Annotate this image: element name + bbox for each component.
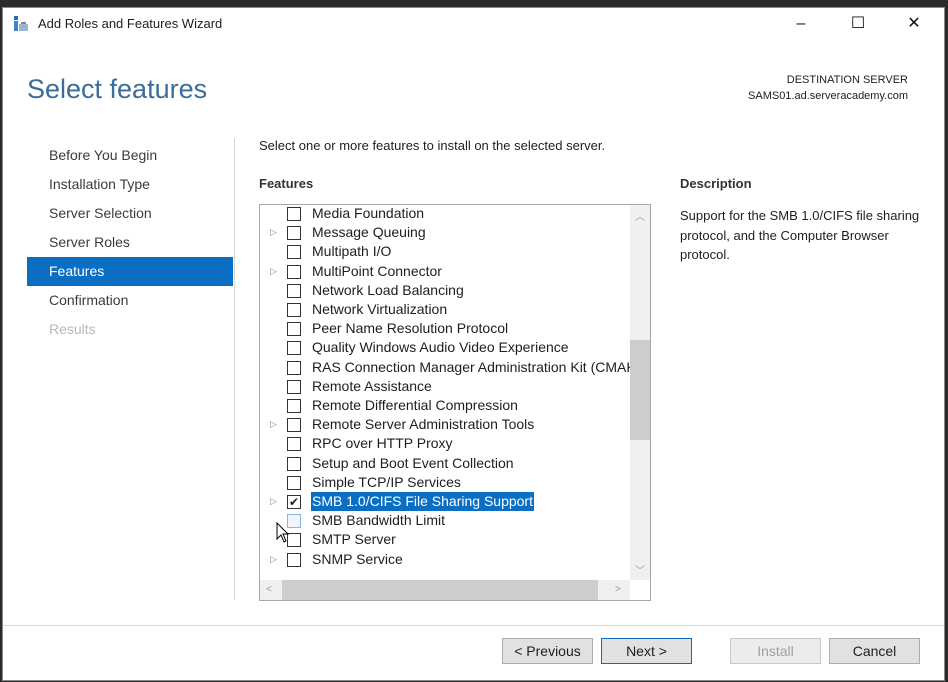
feature-checkbox[interactable] xyxy=(287,379,301,394)
feature-checkbox[interactable] xyxy=(287,418,301,433)
feature-label: Multipath I/O xyxy=(312,243,392,260)
features-tree[interactable]: Media Foundation ▷ Message Queuing Multipat… xyxy=(259,204,651,601)
close-button[interactable]: ✕ xyxy=(891,10,937,38)
feature-checkbox[interactable] xyxy=(287,245,301,260)
feature-checkbox[interactable] xyxy=(287,399,301,413)
destination-server-name: SAMS01.ad.serveracademy.com xyxy=(748,90,908,102)
feature-checkbox[interactable] xyxy=(287,475,301,490)
feature-item[interactable]: Network Load Balancing xyxy=(260,281,630,300)
title-bar[interactable]: Add Roles and Features Wizard – ☐ ✕ xyxy=(3,8,944,40)
feature-label: Remote Differential Compression xyxy=(312,397,518,413)
feature-checkbox[interactable] xyxy=(287,207,301,221)
divider xyxy=(234,138,235,600)
feature-item[interactable]: SMTP Server xyxy=(260,530,630,549)
wizard-window: Add Roles and Features Wizard – ☐ ✕ Sele… xyxy=(2,7,945,681)
feature-item[interactable]: Remote Assistance xyxy=(260,377,630,396)
feature-checkbox[interactable] xyxy=(287,226,301,241)
feature-item[interactable]: Multipath I/O xyxy=(260,242,630,261)
feature-checkbox[interactable]: ✔ xyxy=(287,495,301,509)
horizontal-scroll-thumb[interactable] xyxy=(282,580,598,600)
destination-label: DESTINATION SERVER xyxy=(786,74,908,86)
feature-label: SMTP Server xyxy=(312,531,396,548)
feature-label: Network Virtualization xyxy=(312,301,448,317)
feature-label: Message Queuing xyxy=(312,224,426,241)
page-title: Select features xyxy=(27,74,208,104)
feature-item[interactable]: RPC over HTTP Proxy xyxy=(260,434,630,453)
feature-checkbox[interactable] xyxy=(287,264,301,279)
feature-checkbox[interactable] xyxy=(287,552,301,567)
scroll-left-icon[interactable]: < xyxy=(266,584,272,595)
feature-label: SNMP Service xyxy=(312,550,403,567)
feature-item[interactable]: Peer Name Resolution Protocol xyxy=(260,319,630,338)
horizontal-scrollbar[interactable]: < > xyxy=(260,580,630,600)
expand-icon[interactable]: ▷ xyxy=(270,223,277,242)
nav-item[interactable]: Server Roles xyxy=(27,228,233,257)
scroll-right-icon[interactable]: > xyxy=(615,584,621,595)
expand-icon[interactable]: ▷ xyxy=(270,415,277,434)
feature-label: Media Foundation xyxy=(312,205,425,221)
feature-item[interactable]: RAS Connection Manager Administration Ki… xyxy=(260,358,640,377)
feature-label: RAS Connection Manager Administration Ki… xyxy=(312,358,641,375)
feature-item[interactable]: ▷ Remote Server Administration Tools xyxy=(260,415,630,434)
feature-item[interactable]: SMB Bandwidth Limit xyxy=(260,511,630,530)
feature-checkbox[interactable] xyxy=(287,303,301,317)
feature-item[interactable]: Quality Windows Audio Video Experience xyxy=(260,338,630,357)
feature-item[interactable]: Network Virtualization xyxy=(260,300,630,319)
features-label: Features xyxy=(259,176,314,191)
wizard-nav: Before You Begin Installation Type Server … xyxy=(27,141,233,344)
feature-item[interactable]: Simple TCP/IP Services xyxy=(260,473,630,492)
nav-item[interactable]: Installation Type xyxy=(27,170,233,199)
feature-label: Remote Server Administration Tools xyxy=(312,416,535,433)
footer: < Previous Next > Install Cancel xyxy=(3,625,944,682)
feature-label: Peer Name Resolution Protocol xyxy=(312,320,509,337)
nav-item[interactable]: Before You Begin xyxy=(27,141,233,170)
nav-item[interactable]: Server Selection xyxy=(27,199,233,228)
scroll-up-icon[interactable]: ︿ xyxy=(635,208,645,223)
feature-checkbox[interactable] xyxy=(287,341,301,356)
feature-checkbox[interactable] xyxy=(287,456,301,471)
feature-label: MultiPoint Connector xyxy=(312,262,442,279)
expand-icon[interactable]: ▷ xyxy=(270,550,277,569)
description-text: Support for the SMB 1.0/CIFS file sharin… xyxy=(680,208,920,262)
feature-checkbox[interactable] xyxy=(287,283,301,298)
feature-label: Setup and Boot Event Collection xyxy=(312,454,514,471)
feature-item[interactable]: ▷ Message Queuing xyxy=(260,223,630,242)
nav-item: Results xyxy=(49,321,96,337)
expand-icon[interactable]: ▷ xyxy=(270,492,277,511)
feature-checkbox[interactable] xyxy=(287,437,301,452)
feature-label: Quality Windows Audio Video Experience xyxy=(312,339,569,356)
feature-checkbox[interactable] xyxy=(287,322,301,337)
minimize-button[interactable]: – xyxy=(778,10,824,38)
vertical-scrollbar[interactable]: ︿ ﹀ xyxy=(630,205,650,580)
mouse-cursor-icon xyxy=(276,522,290,543)
vertical-scroll-thumb[interactable] xyxy=(630,340,650,440)
nav-item[interactable]: Features xyxy=(27,257,233,286)
feature-label: SMB Bandwidth Limit xyxy=(312,512,446,529)
feature-checkbox[interactable] xyxy=(287,360,301,375)
feature-item[interactable]: ▷ ✔ SMB 1.0/CIFS File Sharing Support xyxy=(260,492,630,511)
feature-item[interactable]: ▷ SNMP Service xyxy=(260,550,630,569)
feature-label: Network Load Balancing xyxy=(312,281,464,298)
feature-label: RPC over HTTP Proxy xyxy=(312,435,453,452)
next-button[interactable]: Next > xyxy=(601,638,692,664)
wizard-app-icon xyxy=(14,16,28,31)
expand-icon[interactable]: ▷ xyxy=(270,262,277,281)
nav-item[interactable]: Confirmation xyxy=(27,286,233,315)
feature-label: Remote Assistance xyxy=(312,377,432,394)
destination-server: DESTINATION SERVER SAMS01.ad.serveracade… xyxy=(748,72,908,104)
install-button[interactable]: Install xyxy=(730,638,821,664)
feature-label: SMB 1.0/CIFS File Sharing Support xyxy=(311,492,534,511)
previous-button[interactable]: < Previous xyxy=(502,638,593,664)
feature-item[interactable]: Setup and Boot Event Collection xyxy=(260,454,630,473)
intro-text: Select one or more features to install o… xyxy=(259,138,606,153)
feature-label: Simple TCP/IP Services xyxy=(312,473,461,490)
description-label: Description xyxy=(680,176,752,191)
feature-item[interactable]: Media Foundation xyxy=(260,205,630,223)
maximize-button[interactable]: ☐ xyxy=(835,10,881,38)
feature-item[interactable]: Remote Differential Compression xyxy=(260,396,630,415)
window-title: Add Roles and Features Wizard xyxy=(38,16,223,31)
scroll-down-icon[interactable]: ﹀ xyxy=(635,562,645,577)
feature-item[interactable]: ▷ MultiPoint Connector xyxy=(260,262,630,281)
cancel-button[interactable]: Cancel xyxy=(829,638,920,664)
